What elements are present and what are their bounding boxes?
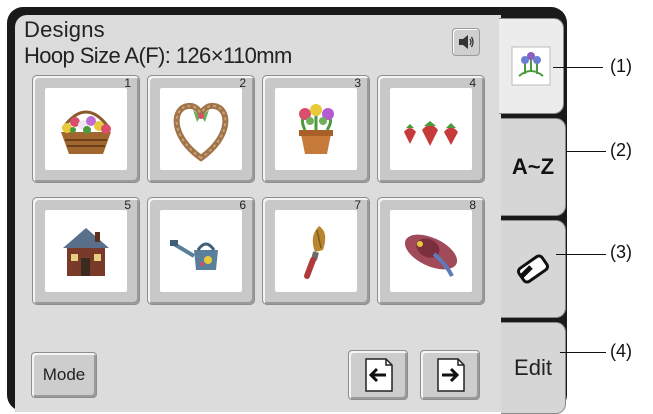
trowel-icon [304, 226, 326, 279]
page-title: Designs [24, 17, 105, 42]
callout-line-3 [556, 254, 606, 255]
page-prev-icon [365, 358, 393, 392]
speaker-icon [459, 35, 474, 49]
design-tile-1[interactable]: 1 [32, 75, 140, 183]
callout-label-2: (2) [610, 140, 632, 160]
next-page-button[interactable] [420, 350, 480, 400]
sound-button[interactable] [452, 28, 480, 56]
strawberries-icon [404, 121, 458, 146]
tab-pattern[interactable] [499, 18, 564, 114]
design-tile-7[interactable]: 7 [262, 197, 370, 305]
sun-hat-icon [404, 234, 458, 277]
watering-can-icon [170, 240, 218, 270]
eraser-icon [517, 254, 549, 284]
tab-sort-az[interactable]: A~Z [501, 118, 566, 216]
design-tile-6[interactable]: 6 [147, 197, 255, 305]
flower-basket-icon [61, 110, 111, 154]
tab-eraser[interactable] [501, 220, 566, 318]
house-icon [63, 228, 109, 276]
callout-line-1 [553, 67, 603, 68]
design-tile-4[interactable]: 4 [377, 75, 485, 183]
design-tile-5[interactable]: 5 [32, 197, 140, 305]
design-tile-3[interactable]: 3 [262, 75, 370, 183]
hoop-size-label: Hoop Size A(F): 126×110mm [24, 43, 292, 68]
tab-edit[interactable]: Edit [501, 322, 566, 414]
callout-line-4 [560, 352, 606, 353]
design-tile-2[interactable]: 2 [147, 75, 255, 183]
callout-label-4: (4) [610, 341, 632, 361]
embroidery-screen: Designs Hoop Size A(F): 126×110mm 1 2 3 … [0, 0, 653, 414]
sort-az-label: A~Z [511, 154, 555, 179]
edit-label: Edit [514, 355, 552, 380]
flower-pot-icon [299, 104, 334, 154]
callout-line-2 [566, 151, 606, 152]
callout-label-1: (1) [610, 56, 632, 76]
page-next-icon [437, 358, 465, 392]
mode-button[interactable]: Mode [31, 352, 97, 398]
design-tile-8[interactable]: 8 [377, 197, 485, 305]
prev-page-button[interactable] [348, 350, 408, 400]
flower-embroidery-icon [511, 46, 551, 86]
callout-label-3: (3) [610, 242, 632, 262]
heart-wreath-icon [173, 102, 229, 162]
